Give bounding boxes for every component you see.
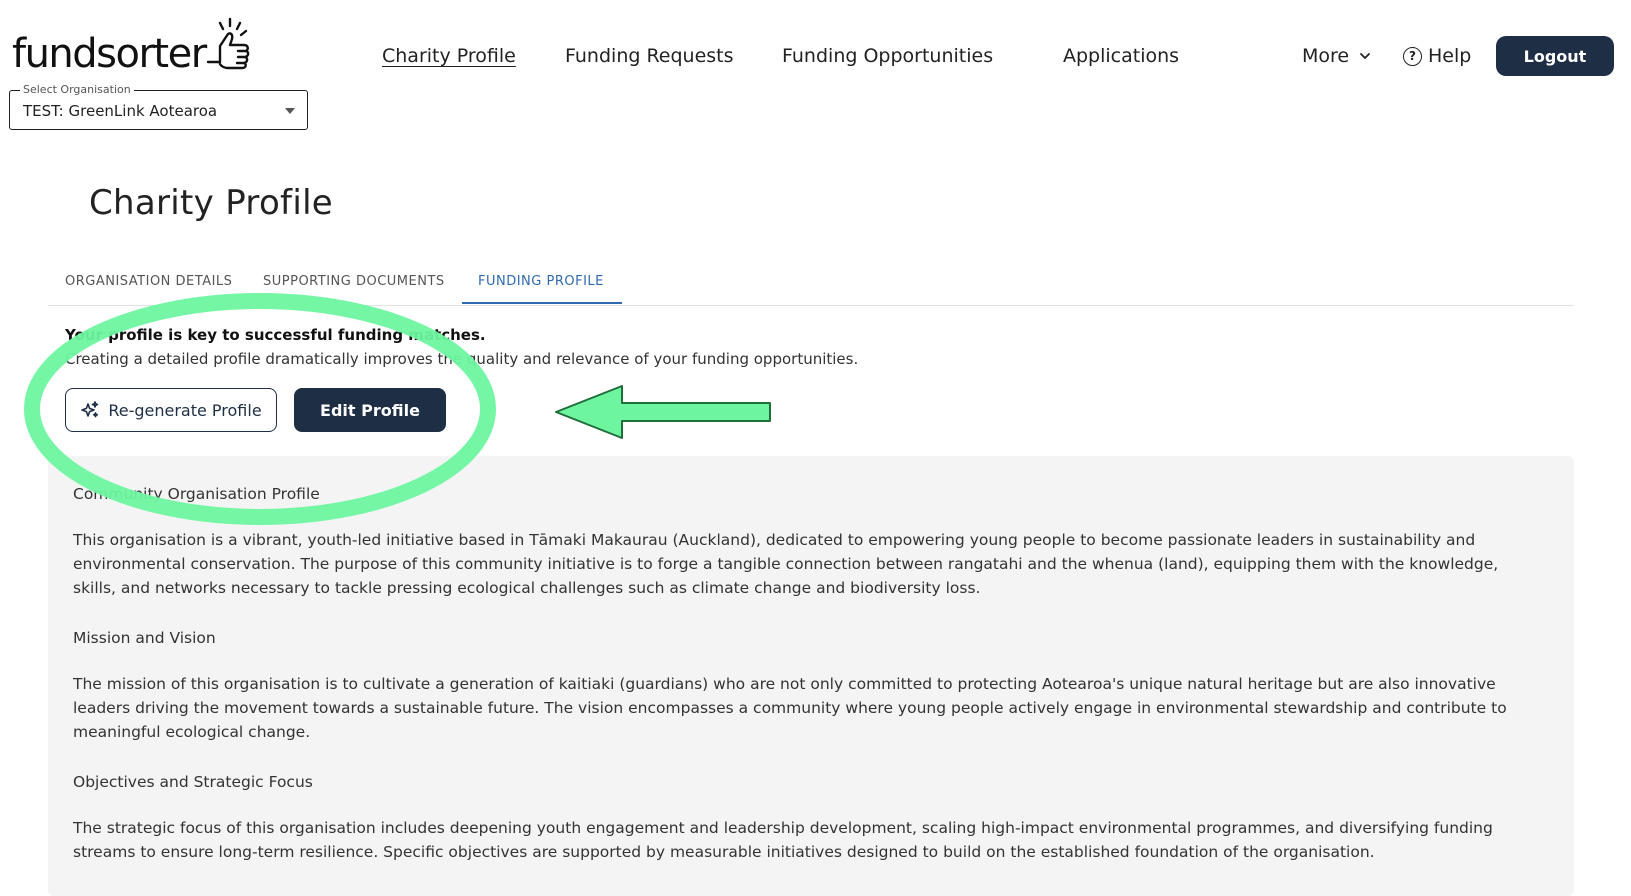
profile-paragraph-mission: The mission of this organisation is to c… (73, 675, 1507, 741)
caret-down-icon (285, 108, 295, 114)
tab-organisation-details[interactable]: ORGANISATION DETAILS (65, 274, 232, 289)
intro-text: Creating a detailed profile dramatically… (65, 350, 859, 368)
sparkle-icon (81, 401, 99, 418)
organisation-select-value: TEST: GreenLink Aotearoa (23, 102, 218, 120)
nav-funding-requests[interactable]: Funding Requests (565, 43, 734, 69)
intro-heading: Your profile is key to successful fundin… (65, 326, 486, 344)
thumbs-up-icon (206, 17, 249, 70)
profile-paragraph-community: This organisation is a vibrant, youth-le… (73, 531, 1499, 597)
organisation-select-label: Select Organisation (20, 83, 134, 97)
brand-logo[interactable]: fundsorter (12, 16, 256, 76)
profile-heading-objectives: Objectives and Strategic Focus (73, 773, 313, 791)
profile-paragraph-objectives: The strategic focus of this organisation… (73, 819, 1493, 861)
nav-more-label: More (1302, 45, 1350, 67)
regenerate-profile-label: Re-generate Profile (108, 400, 262, 420)
nav-help[interactable]: ? Help (1403, 43, 1471, 69)
organisation-select[interactable]: Select Organisation TEST: GreenLink Aote… (9, 83, 308, 130)
page-title: Charity Profile (89, 183, 334, 223)
regenerate-profile-button[interactable]: Re-generate Profile (65, 388, 277, 432)
edit-profile-button[interactable]: Edit Profile (294, 388, 446, 432)
funding-profile-panel: Community Organisation Profile This orga… (48, 456, 1574, 896)
tabs-divider (48, 305, 1574, 306)
nav-help-label: Help (1428, 45, 1472, 67)
arrow-left-icon (555, 385, 771, 439)
chevron-down-icon (1360, 53, 1371, 59)
nav-funding-opportunities[interactable]: Funding Opportunities (782, 43, 993, 69)
nav-applications[interactable]: Applications (1063, 43, 1179, 69)
brand-name: fundsorter (12, 31, 207, 77)
profile-heading-community: Community Organisation Profile (73, 485, 320, 503)
tab-active-indicator (462, 302, 622, 304)
nav-more-menu[interactable]: More (1302, 43, 1371, 69)
help-icon: ? (1403, 46, 1422, 66)
tab-supporting-documents[interactable]: SUPPORTING DOCUMENTS (263, 274, 445, 289)
logout-button[interactable]: Logout (1496, 36, 1614, 76)
profile-heading-mission: Mission and Vision (73, 629, 216, 647)
tab-funding-profile[interactable]: FUNDING PROFILE (478, 274, 604, 289)
nav-charity-profile[interactable]: Charity Profile (382, 43, 516, 69)
